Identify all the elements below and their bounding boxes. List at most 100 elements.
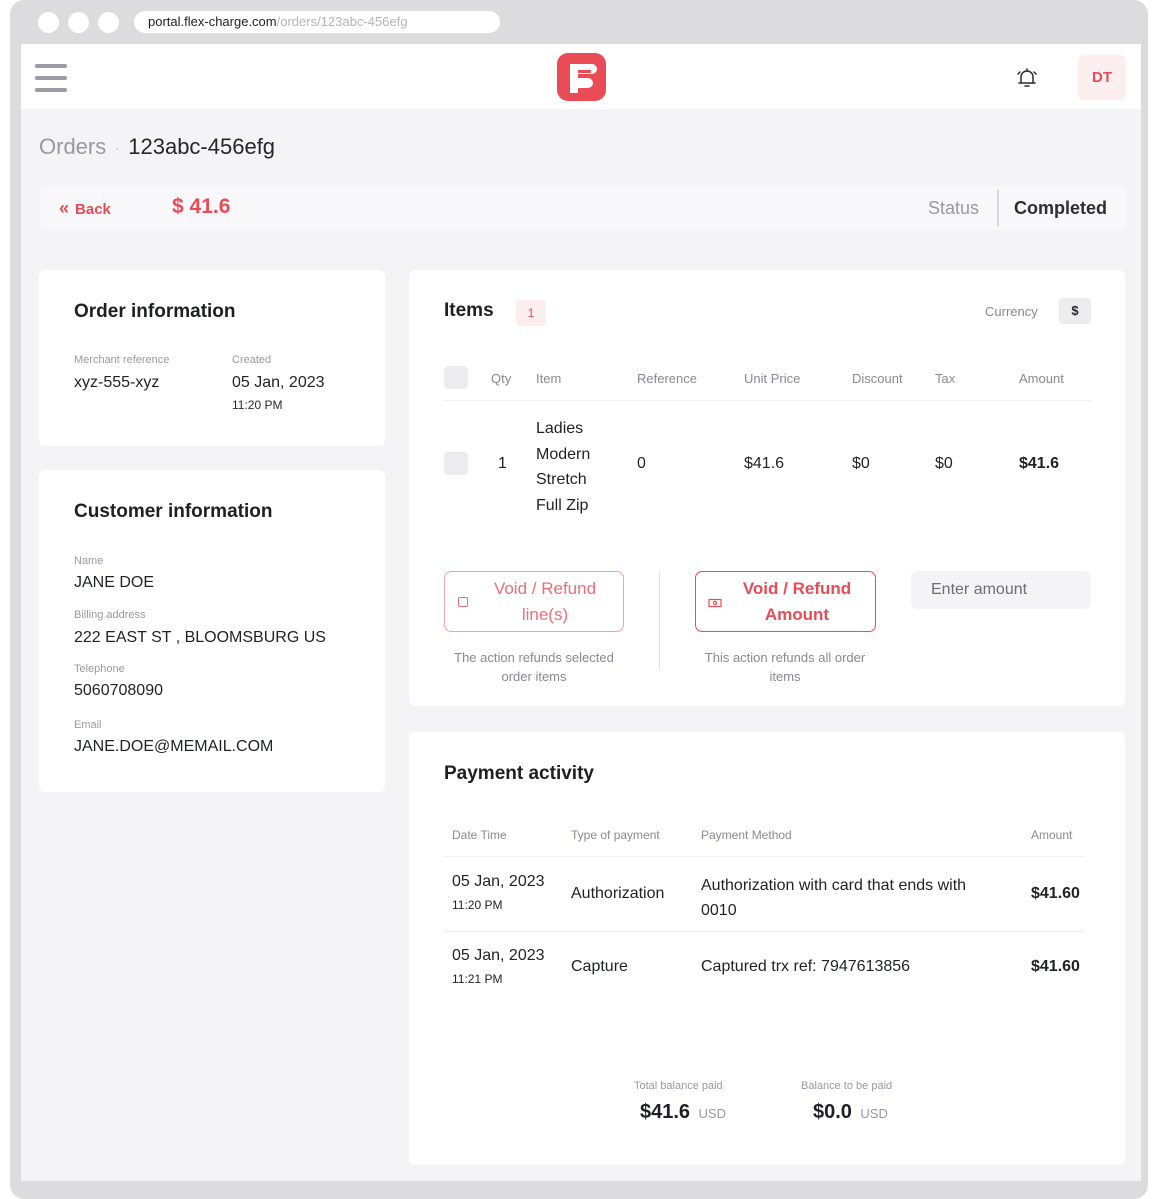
payment-date: 05 Jan, 2023 bbox=[452, 873, 545, 890]
row-item-name: Ladies Modern Stretch Full Zip bbox=[536, 416, 590, 518]
column-header-type: Type of payment bbox=[571, 828, 660, 842]
app-viewport: DT Orders · 123abc-456efg « Back $ 41.6 Sta… bbox=[21, 44, 1141, 1181]
hamburger-menu-icon[interactable] bbox=[35, 64, 67, 92]
merchant-reference-label: Merchant reference bbox=[74, 354, 170, 366]
column-header-amount: Amount bbox=[1019, 371, 1064, 386]
payment-activity-title: Payment activity bbox=[444, 763, 594, 784]
url-path: /orders/123abc-456efg bbox=[276, 14, 408, 29]
balance-to-be-paid: $0.0 USD bbox=[813, 1101, 888, 1124]
flexcharge-logo-icon[interactable] bbox=[557, 53, 606, 106]
order-information-card: Order information Merchant reference xyz… bbox=[39, 270, 385, 446]
breadcrumb-orders-link[interactable]: Orders bbox=[39, 134, 106, 159]
back-button[interactable]: « Back bbox=[59, 198, 111, 219]
payment-date: 05 Jan, 2023 bbox=[452, 947, 545, 964]
breadcrumb-separator: · bbox=[114, 138, 121, 158]
refund-actions-divider bbox=[659, 571, 660, 670]
user-avatar[interactable]: DT bbox=[1078, 55, 1126, 100]
items-title: Items bbox=[444, 300, 494, 321]
window-controls bbox=[38, 12, 119, 33]
column-header-discount: Discount bbox=[852, 371, 903, 386]
created-label: Created bbox=[232, 354, 272, 366]
currency-selector[interactable]: $ bbox=[1059, 298, 1091, 324]
created-date: 05 Jan, 2023 bbox=[232, 374, 325, 391]
currency-label: Currency bbox=[985, 304, 1038, 319]
order-total: $ 41.6 bbox=[172, 195, 231, 218]
status-divider bbox=[997, 190, 999, 226]
payment-time: 11:20 PM bbox=[452, 898, 503, 912]
column-header-date-time: Date Time bbox=[452, 828, 507, 842]
payment-amount: $41.60 bbox=[1031, 885, 1080, 902]
breadcrumb: Orders · 123abc-456efg bbox=[39, 134, 275, 160]
void-refund-amount-label-line: Void / Refund bbox=[742, 579, 852, 598]
balance-to-be-paid-value: $0.0 bbox=[813, 1101, 852, 1123]
billing-address-value: 222 EAST ST , BLOOMSBURG US bbox=[74, 629, 326, 646]
url-host: portal.flex-charge.com bbox=[148, 14, 277, 29]
customer-name-value: JANE DOE bbox=[74, 574, 155, 591]
total-balance-paid-label: Total balance paid bbox=[634, 1080, 723, 1092]
help-line: The action refunds selected bbox=[454, 650, 614, 665]
table-header-divider bbox=[444, 400, 1091, 401]
refund-amount-input[interactable] bbox=[911, 571, 1091, 609]
payment-time: 11:21 PM bbox=[452, 972, 503, 986]
row-discount: $0 bbox=[852, 455, 870, 472]
help-line: This action refunds all order bbox=[704, 650, 866, 665]
payment-activity-card: Payment activity Date Time Type of payme… bbox=[409, 732, 1125, 1165]
payment-method-line: 0010 bbox=[701, 902, 737, 919]
column-header-reference: Reference bbox=[637, 371, 697, 386]
void-refund-lines-button[interactable]: Void / Refund line(s) bbox=[444, 571, 624, 632]
total-balance-paid-value: $41.6 bbox=[640, 1101, 691, 1123]
order-action-bar: « Back $ 41.6 Status Completed bbox=[39, 186, 1125, 230]
select-all-checkbox[interactable] bbox=[444, 366, 468, 389]
void-refund-amount-button[interactable]: Void / Refund Amount bbox=[695, 571, 876, 632]
status-value: Completed bbox=[1014, 198, 1108, 218]
help-line: order items bbox=[501, 669, 567, 684]
top-navigation-bar: DT bbox=[21, 44, 1141, 109]
column-header-tax: Tax bbox=[935, 371, 956, 386]
payment-method: Captured trx ref: 7947613856 bbox=[701, 958, 911, 975]
row-amount: $41.6 bbox=[1019, 455, 1060, 472]
status-label: Status bbox=[928, 198, 980, 218]
row-item-name-line: Ladies bbox=[536, 420, 584, 437]
balance-to-be-paid-label: Balance to be paid bbox=[801, 1080, 893, 1092]
column-header-amount: Amount bbox=[1031, 828, 1073, 842]
email-value: JANE.DOE@MEMAIL.COM bbox=[74, 738, 274, 755]
column-header-item: Item bbox=[536, 371, 562, 386]
void-refund-amount-label: Void / Refund Amount bbox=[734, 576, 860, 628]
back-label: Back bbox=[75, 201, 111, 218]
row-qty: 1 bbox=[498, 455, 507, 472]
row-checkbox[interactable] bbox=[444, 452, 468, 475]
window-close-button[interactable] bbox=[38, 12, 59, 33]
void-refund-lines-label-line: Void / Refund bbox=[493, 579, 597, 598]
customer-name-label: Name bbox=[74, 555, 104, 567]
row-item-name-line: Stretch bbox=[536, 471, 587, 488]
items-count-badge: 1 bbox=[516, 300, 546, 326]
payment-header-divider bbox=[444, 856, 1084, 857]
customer-information-card: Customer information Name JANE DOE Billi… bbox=[39, 470, 385, 792]
payment-method-line: Authorization with card that ends with bbox=[701, 877, 967, 894]
window-maximize-button[interactable] bbox=[98, 12, 119, 33]
checkbox-outline-icon bbox=[458, 597, 468, 607]
bell-icon[interactable] bbox=[1015, 66, 1039, 95]
void-refund-lines-label-line: line(s) bbox=[521, 605, 569, 624]
void-refund-amount-label-line: Amount bbox=[764, 605, 830, 624]
address-bar[interactable]: portal.flex-charge.com/orders/123abc-456… bbox=[134, 11, 500, 33]
void-refund-lines-label: Void / Refund line(s) bbox=[485, 576, 605, 628]
row-item-name-line: Modern bbox=[536, 445, 591, 463]
window-minimize-button[interactable] bbox=[68, 12, 89, 33]
customer-information-title: Customer information bbox=[74, 501, 273, 522]
payment-row-divider bbox=[444, 931, 1084, 932]
telephone-value: 5060708090 bbox=[74, 682, 163, 699]
payment-type: Authorization bbox=[571, 885, 665, 902]
payment-amount: $41.60 bbox=[1031, 958, 1080, 975]
email-label: Email bbox=[74, 719, 102, 731]
help-line: items bbox=[769, 669, 801, 684]
merchant-reference-value: xyz-555-xyz bbox=[74, 374, 160, 391]
column-header-qty: Qty bbox=[491, 371, 512, 386]
total-balance-paid-currency: USD bbox=[698, 1106, 726, 1121]
row-tax: $0 bbox=[935, 455, 953, 472]
billing-address-label: Billing address bbox=[74, 609, 146, 621]
created-time: 11:20 PM bbox=[232, 398, 283, 412]
total-balance-paid: $41.6 USD bbox=[640, 1101, 726, 1124]
cash-icon bbox=[708, 596, 722, 614]
row-reference: 0 bbox=[637, 455, 646, 472]
